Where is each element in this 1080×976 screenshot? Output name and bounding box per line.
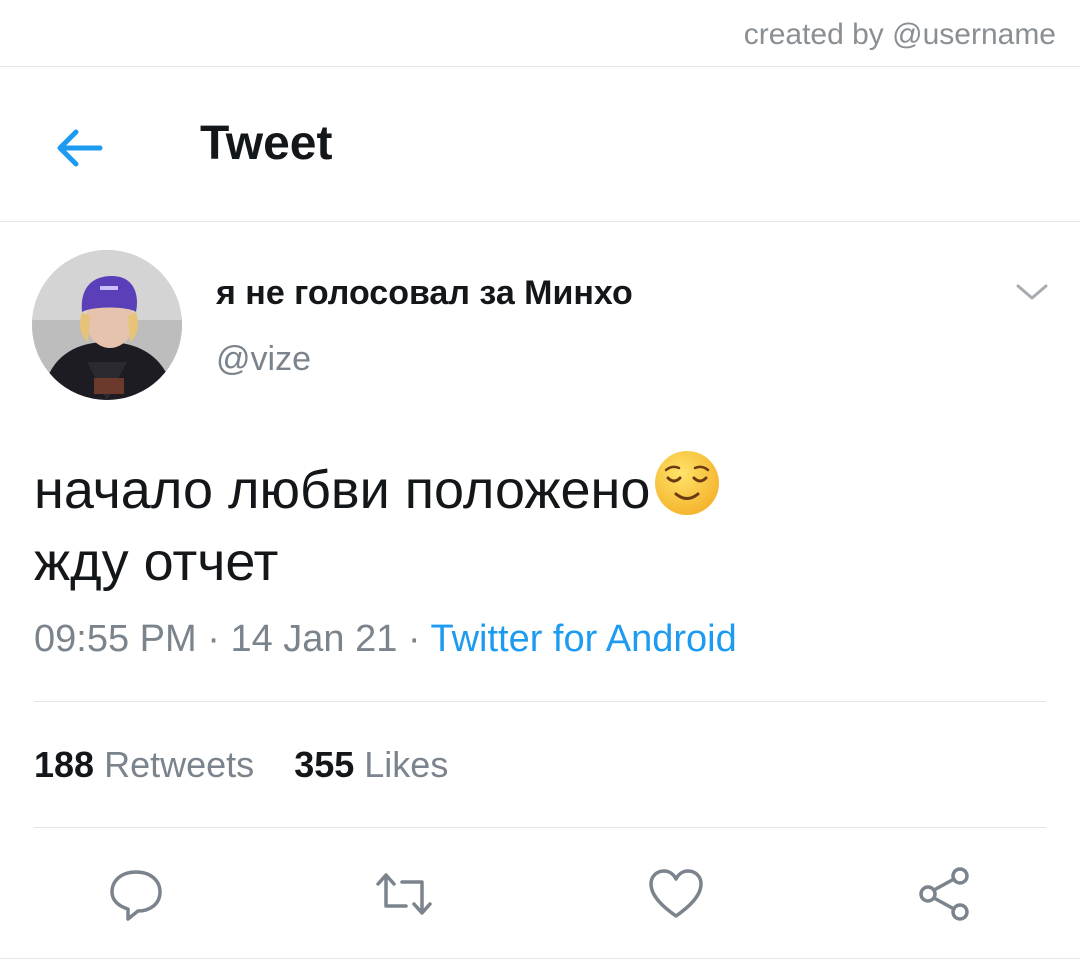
tweet-date: 14 Jan 21 [230,618,398,660]
meta-divider [34,701,1046,702]
like-button[interactable] [646,864,706,924]
chevron-down-icon [1016,284,1048,300]
tweet-source-link[interactable]: Twitter for Android [430,618,736,660]
tweet-time: 09:55 PM [34,618,197,660]
tweet-meta: 09:55 PM · 14 Jan 21 · Twitter for Andro… [34,618,737,661]
avatar-image [32,250,182,400]
retweets-stat[interactable]: 188 Retweets [34,744,254,785]
arrow-left-icon [57,129,103,167]
tweet-text-line-1-text: начало любви положено [34,460,651,520]
share-icon [919,867,969,921]
tweet-text-line-1: начало любви положено [34,448,1044,526]
user-handle[interactable]: @vize [216,340,311,379]
tweet-actions [0,856,1080,928]
likes-count: 355 [294,744,355,785]
tweet-header: Tweet [0,66,1080,222]
likes-label: Likes [364,744,449,785]
retweet-icon [376,873,432,915]
retweets-count: 188 [34,744,95,785]
tweet-body: начало любви положено жду отчет [34,448,1044,598]
bottom-divider [0,958,1080,959]
meta-separator: · [196,618,231,660]
share-button[interactable] [914,864,974,924]
stats-divider [34,827,1046,828]
heart-icon [649,869,703,918]
avatar[interactable] [32,250,182,400]
back-button[interactable] [50,124,106,172]
page-title: Tweet [200,117,333,170]
header-divider [0,221,1080,222]
relieved-face-emoji-icon [655,451,720,515]
reply-icon [110,870,162,921]
tweet-text-line-2: жду отчет [34,532,279,592]
meta-separator: · [397,618,431,660]
likes-stat[interactable]: 355 Likes [294,744,448,785]
tweet-stats: 188 Retweets 355 Likes [34,744,478,786]
reply-button[interactable] [106,864,166,924]
retweet-button[interactable] [374,864,434,924]
display-name[interactable]: я не голосовал за Минхо [216,274,633,313]
more-options-button[interactable] [1014,280,1050,304]
retweets-label: Retweets [104,744,255,785]
watermark-text: created by @username [743,18,1056,51]
